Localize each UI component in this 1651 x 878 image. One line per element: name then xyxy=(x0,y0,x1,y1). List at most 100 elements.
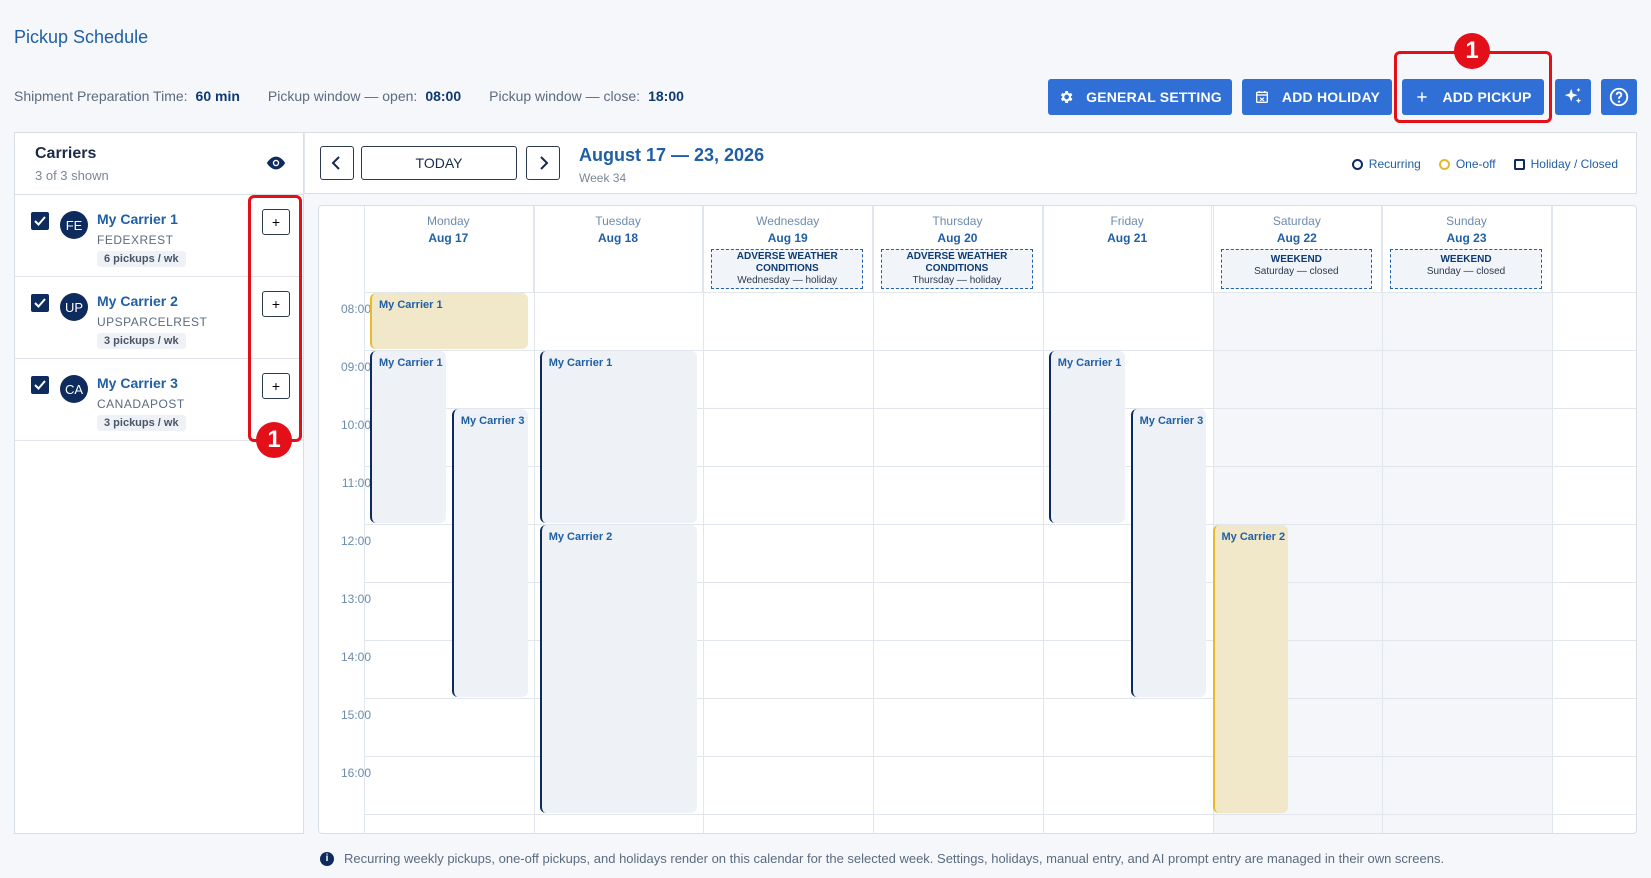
sparkles-icon xyxy=(1564,87,1582,104)
holiday-banner[interactable]: ADVERSE WEATHER CONDITIONS Wednesday — h… xyxy=(711,249,864,289)
holiday-subtitle: Wednesday — holiday xyxy=(737,275,838,286)
carrier-add-highlight xyxy=(248,195,302,442)
checkbox[interactable] xyxy=(31,376,49,394)
gear-icon xyxy=(1061,91,1073,103)
day-name: Tuesday xyxy=(595,214,641,228)
carriers-title: Carriers xyxy=(35,145,97,162)
day-header: Friday Aug 21 xyxy=(1043,206,1213,292)
today-button[interactable]: TODAY xyxy=(361,146,517,180)
day-date: Aug 18 xyxy=(598,231,639,245)
day-date: Aug 22 xyxy=(1276,231,1317,245)
pickup-event[interactable]: My Carrier 1 xyxy=(370,293,528,349)
holiday-banner[interactable]: ADVERSE WEATHER CONDITIONS Thursday — ho… xyxy=(881,249,1033,289)
hour-line xyxy=(364,814,1636,815)
holiday-title: ADVERSE WEATHER CONDITIONS xyxy=(736,251,838,274)
carrier-code: FEDEXREST xyxy=(97,233,174,247)
pickup-event[interactable]: My Carrier 1 xyxy=(370,351,446,523)
day-date: Aug 17 xyxy=(428,231,469,245)
time-label: 14:00 xyxy=(340,650,371,664)
day-header: Monday Aug 17 xyxy=(364,206,534,292)
chevron-right-icon xyxy=(540,156,549,170)
carriers-count: 3 of 3 shown xyxy=(35,168,109,183)
pickup-event[interactable]: My Carrier 1 xyxy=(539,351,698,523)
carrier-name: My Carrier 3 xyxy=(97,375,178,391)
general-setting-button[interactable]: GENERAL SETTING xyxy=(1048,79,1232,115)
day-name: Saturday xyxy=(1272,214,1321,228)
time-label: 15:00 xyxy=(340,708,371,722)
day-date: Aug 20 xyxy=(937,231,978,245)
chevron-left-icon xyxy=(331,156,340,170)
help-button[interactable] xyxy=(1601,79,1637,115)
carrier-pickup-count: 6 pickups / wk xyxy=(97,251,186,267)
holiday-title: WEEKEND xyxy=(1440,254,1492,265)
day-divider xyxy=(873,206,875,833)
day-header: Thursday Aug 20 ADVERSE WEATHER CONDITIO… xyxy=(873,206,1043,292)
legend-holiday: Holiday / Closed xyxy=(1513,157,1618,171)
pickup-event[interactable]: My Carrier 1 xyxy=(1048,351,1125,523)
info-icon: i xyxy=(320,851,334,866)
check-icon xyxy=(34,298,46,308)
day-name: Sunday xyxy=(1446,214,1487,228)
legend-recurring: Recurring xyxy=(1351,157,1421,171)
time-label: 10:00 xyxy=(340,418,371,432)
week-range-title: August 17 — 23, 2026 xyxy=(579,145,765,165)
holiday-subtitle: Saturday — closed xyxy=(1254,266,1339,277)
carrier-name: My Carrier 2 xyxy=(97,293,178,309)
add-holiday-button[interactable]: ADD HOLIDAY xyxy=(1242,79,1392,115)
ai-assistant-button[interactable] xyxy=(1555,79,1591,115)
prev-week-button[interactable] xyxy=(320,146,354,180)
pickup-event[interactable]: My Carrier 3 xyxy=(1130,409,1207,697)
calendar-grid: Monday Aug 17 Tuesday Aug 18 Wednesday Aug… xyxy=(318,205,1637,834)
time-label: 16:00 xyxy=(340,766,371,780)
pickup-event[interactable]: My Carrier 2 xyxy=(539,525,698,813)
next-week-button[interactable] xyxy=(526,146,560,180)
time-label: 13:00 xyxy=(340,592,371,606)
carrier-avatar: CA xyxy=(60,375,88,403)
carrier-code: CANADAPOST xyxy=(97,397,185,411)
week-number: Week 34 xyxy=(579,171,627,185)
carrier-add-step-badge: 1 xyxy=(256,422,292,458)
legend-oneoff: One-off xyxy=(1438,157,1496,171)
add-holiday-label: ADD HOLIDAY xyxy=(1281,89,1381,105)
checkbox[interactable] xyxy=(31,294,49,312)
check-icon xyxy=(34,380,46,390)
holiday-title: WEEKEND xyxy=(1270,254,1322,265)
holiday-banner[interactable]: WEEKEND Saturday — closed xyxy=(1220,249,1373,289)
day-header: Tuesday Aug 18 xyxy=(534,206,704,292)
page-title: Pickup Schedule xyxy=(14,27,149,47)
hour-line xyxy=(364,292,1636,293)
day-divider xyxy=(1551,206,1553,833)
day-date: Aug 21 xyxy=(1107,231,1148,245)
day-date: Aug 19 xyxy=(767,231,808,245)
day-header: Wednesday Aug 19 ADVERSE WEATHER CONDITI… xyxy=(703,206,874,292)
day-divider xyxy=(533,206,535,833)
day-header: Saturday Aug 22 WEEKEND Saturday — close… xyxy=(1213,206,1383,292)
carrier-pickup-count: 3 pickups / wk xyxy=(97,415,186,431)
day-divider xyxy=(703,206,705,833)
day-name: Monday xyxy=(426,214,470,228)
time-label: 11:00 xyxy=(341,476,371,490)
day-date: Aug 23 xyxy=(1446,231,1487,245)
weekend-column xyxy=(1382,292,1552,833)
oneoff-dot-icon xyxy=(1438,158,1450,170)
recurring-dot-icon xyxy=(1351,158,1363,170)
pickup-event[interactable]: My Carrier 3 xyxy=(451,409,528,697)
eye-icon[interactable] xyxy=(265,155,287,171)
calendar-legend: Recurring One-off Holiday / Closed xyxy=(1351,157,1618,171)
time-label: 12:00 xyxy=(340,534,371,548)
footnote: i Recurring weekly pickups, one-off pick… xyxy=(320,851,1444,866)
holiday-banner[interactable]: WEEKEND Sunday — closed xyxy=(1390,249,1542,289)
pickup-event[interactable]: My Carrier 2 xyxy=(1212,525,1289,813)
holiday-subtitle: Thursday — holiday xyxy=(912,275,1002,286)
holiday-subtitle: Sunday — closed xyxy=(1426,266,1506,277)
checkbox[interactable] xyxy=(31,212,49,230)
carrier-avatar: FE xyxy=(60,211,88,239)
carrier-pickup-count: 3 pickups / wk xyxy=(97,333,186,349)
time-label: 09:00 xyxy=(340,360,371,374)
day-name: Thursday xyxy=(932,214,983,228)
time-label: 08:00 xyxy=(340,302,371,316)
day-name: Wednesday xyxy=(756,214,820,228)
general-setting-label: GENERAL SETTING xyxy=(1086,89,1222,105)
carrier-code: UPSPARCELREST xyxy=(97,315,208,329)
check-icon xyxy=(34,216,46,226)
